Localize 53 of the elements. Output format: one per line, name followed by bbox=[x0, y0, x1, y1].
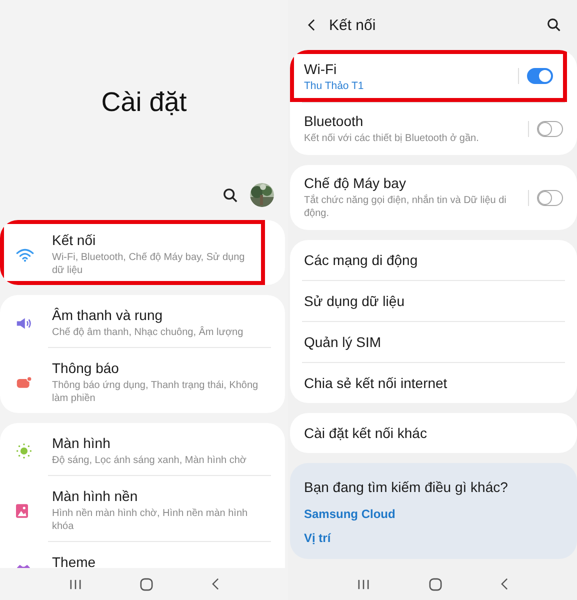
toggle-switch[interactable] bbox=[527, 68, 553, 84]
item-title: Bluetooth bbox=[304, 113, 364, 129]
toggle-switch[interactable] bbox=[537, 190, 563, 206]
wallpaper-icon bbox=[16, 504, 28, 518]
wifi-icon bbox=[16, 248, 34, 262]
settings-item[interactable]: Cài đặt kết nối khác bbox=[290, 413, 577, 453]
settings-item[interactable]: Bluetooth Kết nối với các thiết bị Bluetooth ở gần. bbox=[290, 103, 577, 155]
recent-apps-icon[interactable] bbox=[69, 578, 82, 590]
settings-item[interactable]: Thông báo Thông báo ứng dụng, Thanh trạng thái, Không làm phiền bbox=[0, 348, 285, 413]
toggle-switch[interactable] bbox=[537, 121, 563, 137]
home-icon[interactable] bbox=[428, 578, 442, 590]
item-description: Hình nền màn hình chờ, Hình nền màn hình khóa bbox=[52, 507, 249, 533]
item-description: Thông báo ứng dụng, Thanh trạng thái, Không làm phiền bbox=[52, 379, 260, 405]
search-icon[interactable] bbox=[223, 188, 238, 202]
search-icon[interactable] bbox=[547, 18, 561, 32]
settings-item[interactable]: Sử dụng dữ liệu bbox=[290, 281, 577, 321]
settings-item[interactable]: Màn hình Độ sáng, Lọc ánh sáng xanh, Màn hình chờ bbox=[0, 423, 285, 475]
home-icon[interactable] bbox=[140, 578, 154, 590]
settings-item[interactable]: Chia sẻ kết nối internet bbox=[290, 363, 577, 403]
notification-icon bbox=[16, 376, 32, 389]
suggestion-link[interactable]: Samsung Cloud bbox=[304, 507, 396, 521]
item-description: Độ sáng, Lọc ánh sáng xanh, Màn hình chờ bbox=[52, 454, 248, 467]
suggestions-title: Bạn đang tìm kiếm điều gì khác? bbox=[304, 479, 508, 495]
back-icon[interactable] bbox=[308, 19, 315, 31]
settings-item[interactable]: Kết nối Wi-Fi, Bluetooth, Chế độ Máy bay, Sử dụng dữ liệu bbox=[0, 220, 265, 285]
page-title: Cài đặt bbox=[101, 87, 187, 118]
settings-item[interactable]: Các mạng di động bbox=[290, 240, 577, 280]
back-icon[interactable] bbox=[212, 578, 219, 590]
item-title: Kết nối bbox=[52, 232, 97, 248]
item-title: Theme bbox=[52, 554, 97, 568]
screen-title: Kết nối bbox=[329, 16, 376, 34]
item-title: Màn hình nền bbox=[52, 488, 139, 504]
item-title: Chế độ Máy bay bbox=[304, 175, 407, 191]
item-description: Wi-Fi, Bluetooth, Chế độ Máy bay, Sử dụng dữ liệu bbox=[52, 251, 246, 277]
sun-icon bbox=[16, 443, 32, 459]
recent-apps-icon[interactable] bbox=[357, 578, 370, 590]
item-description: Tắt chức năng gọi điện, nhắn tin và Dữ liệu di động. bbox=[304, 194, 508, 220]
settings-item[interactable]: Âm thanh và rung Chế độ âm thanh, Nhạc chuông, Âm lượng bbox=[0, 295, 285, 347]
item-title: Thông báo bbox=[52, 360, 120, 376]
back-icon[interactable] bbox=[500, 578, 508, 590]
speaker-icon bbox=[16, 316, 32, 330]
settings-item[interactable]: Theme bbox=[0, 542, 285, 568]
item-description: Chế độ âm thanh, Nhạc chuông, Âm lượng bbox=[52, 326, 244, 339]
settings-item[interactable]: Wi-Fi Thu Thảo T1 bbox=[290, 50, 567, 102]
settings-item[interactable]: Màn hình nền Hình nền màn hình chờ, Hình nền màn hình khóa bbox=[0, 476, 285, 541]
network-name: Thu Thảo T1 bbox=[304, 80, 365, 92]
suggestion-link[interactable]: Vị trí bbox=[304, 531, 331, 545]
item-title: Wi-Fi bbox=[304, 60, 338, 76]
item-title: Màn hình bbox=[52, 435, 112, 451]
item-title: Âm thanh và rung bbox=[52, 307, 164, 323]
item-description: Kết nối với các thiết bị Bluetooth ở gần. bbox=[304, 132, 480, 145]
settings-item[interactable]: Chế độ Máy bay Tắt chức năng gọi điện, nhắn tin và Dữ liệu di động. bbox=[290, 165, 577, 230]
settings-item[interactable]: Quản lý SIM bbox=[290, 322, 577, 362]
